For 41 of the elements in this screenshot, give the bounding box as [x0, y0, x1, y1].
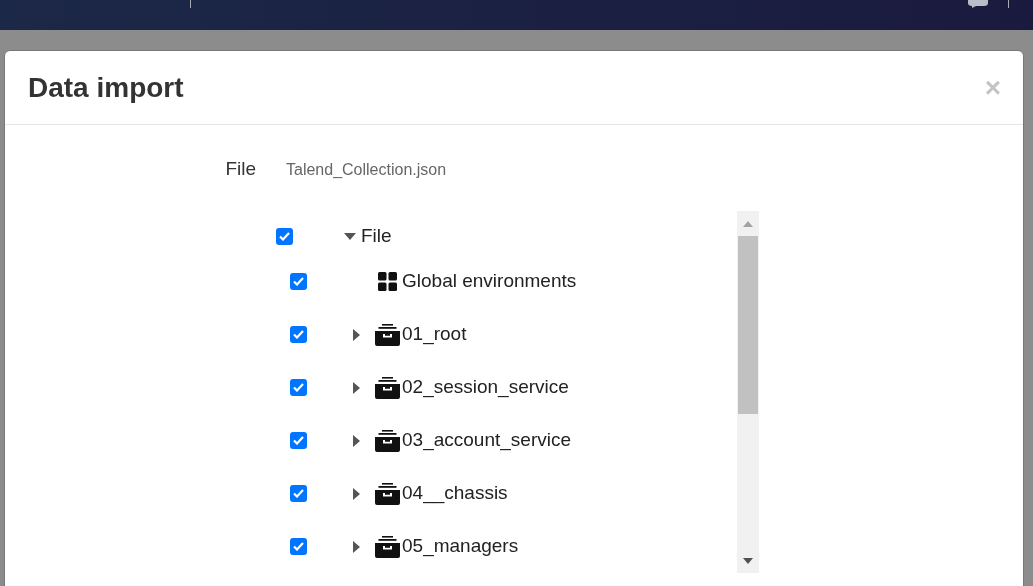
checkbox[interactable] — [290, 432, 307, 449]
caret-right-icon[interactable] — [353, 328, 360, 341]
check-icon — [293, 542, 304, 551]
caret-right-icon[interactable] — [353, 381, 360, 394]
caret-right-icon[interactable] — [353, 540, 360, 553]
scroll-down-icon[interactable] — [743, 558, 753, 564]
tree-item-label[interactable]: 05_managers — [402, 532, 519, 561]
checkbox[interactable] — [290, 379, 307, 396]
checkbox[interactable] — [290, 273, 307, 290]
file-name: Talend_Collection.json — [286, 159, 447, 180]
tree-item-label[interactable]: 03_account_service — [402, 426, 571, 455]
caret-down-icon[interactable] — [344, 232, 356, 240]
tree-item-label[interactable]: Global environments — [402, 267, 577, 296]
chat-icon[interactable] — [968, 0, 988, 8]
tree-item-label[interactable]: File — [361, 221, 392, 251]
file-label: File — [224, 157, 256, 182]
check-icon — [293, 330, 304, 339]
caret-right-icon[interactable] — [353, 434, 360, 447]
scroll-up-icon[interactable] — [743, 221, 753, 227]
archive-box-icon — [374, 429, 400, 452]
grid-icon — [377, 272, 397, 291]
check-icon — [293, 489, 304, 498]
checkbox[interactable] — [290, 485, 307, 502]
tree-item-label[interactable]: 04__chassis — [402, 479, 508, 508]
dialog-title: Data import — [28, 70, 184, 105]
tree-item-label[interactable]: 01_root — [402, 320, 467, 349]
caret-right-icon[interactable] — [353, 487, 360, 500]
scrollbar[interactable] — [737, 211, 759, 573]
archive-box-icon — [374, 323, 400, 346]
archive-box-icon — [374, 376, 400, 399]
check-icon — [279, 231, 290, 241]
checkbox[interactable] — [290, 538, 307, 555]
checkbox[interactable] — [276, 227, 293, 245]
archive-box-icon — [374, 535, 400, 558]
archive-box-icon — [374, 482, 400, 505]
check-icon — [293, 277, 304, 286]
check-icon — [293, 436, 304, 445]
checkbox[interactable] — [290, 326, 307, 343]
tree-item-label[interactable]: 02_session_service — [402, 373, 569, 402]
check-icon — [293, 383, 304, 392]
scrollbar-thumb[interactable] — [738, 236, 758, 414]
